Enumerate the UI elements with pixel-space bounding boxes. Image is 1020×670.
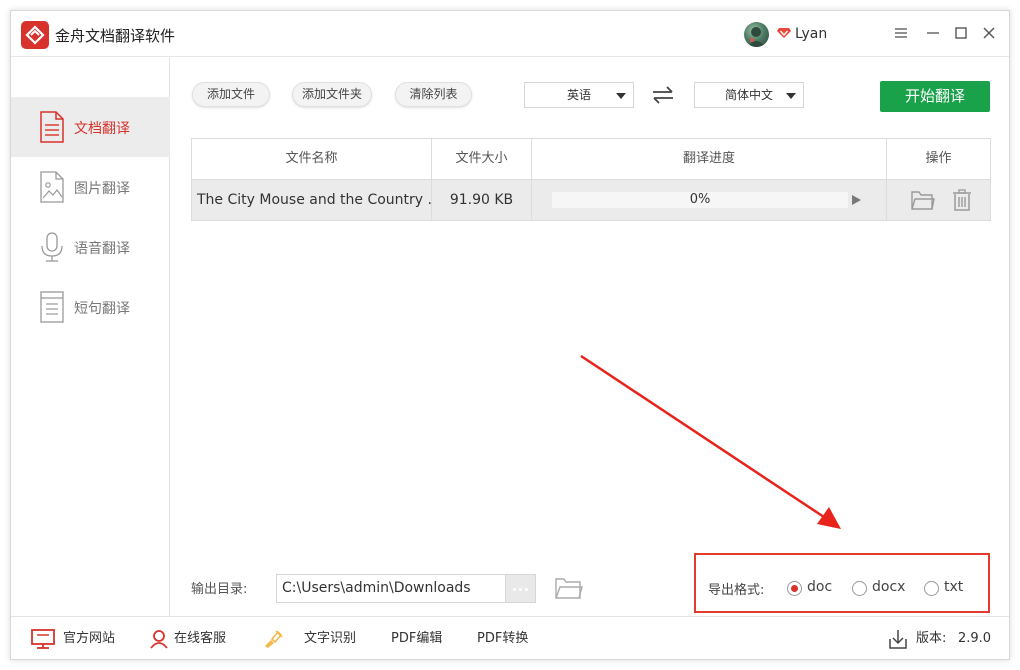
file-name-cell: The City Mouse and the Country ... xyxy=(192,180,432,220)
app-title: 金舟文档翻译软件 xyxy=(55,27,176,45)
vip-diamond-icon xyxy=(777,28,791,38)
progress-text: 0% xyxy=(689,192,711,207)
version-value: 2.9.0 xyxy=(958,631,992,646)
close-icon[interactable] xyxy=(979,23,999,43)
source-language-value: 英语 xyxy=(566,88,591,102)
ops-cell xyxy=(887,180,990,220)
radio-txt[interactable] xyxy=(924,581,939,596)
target-language-value: 简体中文 xyxy=(724,88,773,102)
pdf-convert-link[interactable]: PDF转换 xyxy=(477,617,528,660)
file-size-cell: 91.90 KB xyxy=(432,180,532,220)
radio-docx-label[interactable]: docx xyxy=(872,579,905,595)
dot-icon xyxy=(525,588,528,591)
sidebar-item-label: 文档翻译 xyxy=(74,121,130,137)
pdf-edit-link[interactable]: PDF编辑 xyxy=(391,617,442,660)
sidebar-item-image-translate[interactable]: 图片翻译 xyxy=(11,157,170,217)
chevron-down-icon xyxy=(786,93,796,99)
trash-icon[interactable] xyxy=(951,189,973,211)
sidebar-item-label: 短句翻译 xyxy=(74,301,130,317)
radio-txt-label[interactable]: txt xyxy=(944,579,963,595)
open-folder-icon[interactable] xyxy=(911,189,935,211)
sentence-icon xyxy=(40,291,64,323)
target-language-select[interactable]: 简体中文 xyxy=(694,82,804,108)
app-logo-icon xyxy=(21,21,49,49)
radio-docx[interactable] xyxy=(852,581,867,596)
start-translate-button[interactable]: 开始翻译 xyxy=(880,81,990,112)
export-format-group: 导出格式: doc docx txt xyxy=(694,553,990,613)
ocr-link[interactable]: 文字识别 xyxy=(304,617,356,660)
version-label: 版本: xyxy=(916,631,947,646)
menu-icon[interactable] xyxy=(891,23,911,43)
table-row[interactable]: The City Mouse and the Country ... 91.90… xyxy=(192,180,990,220)
dot-icon xyxy=(519,588,522,591)
swap-arrows-icon[interactable] xyxy=(651,85,675,105)
add-folder-button[interactable]: 添加文件夹 xyxy=(292,82,372,107)
sidebar-item-label: 语音翻译 xyxy=(74,241,130,257)
open-output-folder-icon[interactable] xyxy=(555,576,583,600)
microphone-icon xyxy=(41,232,63,262)
image-icon xyxy=(40,171,64,203)
clear-list-button[interactable]: 清除列表 xyxy=(395,82,472,107)
download-icon[interactable] xyxy=(889,629,907,649)
add-file-button[interactable]: 添加文件 xyxy=(192,82,270,107)
sidebar-item-label: 图片翻译 xyxy=(74,181,130,197)
maximize-icon[interactable] xyxy=(951,23,971,43)
column-header-progress: 翻译进度 xyxy=(532,139,887,180)
output-dir-label: 输出目录: xyxy=(191,582,248,597)
title-bar: 金舟文档翻译软件 Lyan xyxy=(11,11,1009,57)
table-header: 文件名称 文件大小 翻译进度 操作 xyxy=(192,139,990,180)
monitor-icon xyxy=(31,629,55,649)
browse-button[interactable] xyxy=(506,574,536,603)
column-header-size: 文件大小 xyxy=(432,139,532,180)
sidebar-item-document-translate[interactable]: 文档翻译 xyxy=(11,97,170,157)
radio-doc[interactable] xyxy=(787,581,802,596)
username[interactable]: Lyan xyxy=(795,26,827,42)
sidebar: 文档翻译 图片翻译 语音翻译 短句翻译 xyxy=(11,58,170,616)
output-dir-input[interactable]: C:\Users\admin\Downloads xyxy=(276,574,506,603)
column-header-ops: 操作 xyxy=(925,151,952,166)
chevron-down-icon xyxy=(616,93,626,99)
customer-service-icon xyxy=(150,630,168,649)
progress-bar: 0% xyxy=(552,192,848,208)
online-service-link[interactable]: 在线客服 xyxy=(174,617,226,660)
brush-icon xyxy=(265,630,283,648)
radio-doc-label[interactable]: doc xyxy=(807,579,832,595)
source-language-select[interactable]: 英语 xyxy=(524,82,634,108)
sidebar-item-sentence-translate[interactable]: 短句翻译 xyxy=(11,277,170,337)
file-table: 文件名称 文件大小 翻译进度 操作 The City Mouse and the… xyxy=(191,138,991,221)
dot-icon xyxy=(513,588,516,591)
document-icon xyxy=(40,111,64,143)
annotation-arrow-icon xyxy=(580,354,841,529)
user-avatar[interactable] xyxy=(744,22,769,47)
app-window: 金舟文档翻译软件 Lyan 文档翻译 图片翻译 语音翻译 短句翻译 添加文件 添… xyxy=(10,10,1010,660)
sidebar-item-voice-translate[interactable]: 语音翻译 xyxy=(11,217,170,277)
progress-cell: 0% xyxy=(532,180,887,220)
play-icon[interactable] xyxy=(850,194,862,206)
footer-bar: 官方网站 在线客服 文字识别 PDF编辑 PDF转换 版本: 2.9.0 xyxy=(11,616,1009,659)
column-header-name: 文件名称 xyxy=(192,139,432,180)
export-format-label: 导出格式: xyxy=(708,583,765,598)
official-website-link[interactable]: 官方网站 xyxy=(63,617,115,660)
minimize-icon[interactable] xyxy=(923,23,943,43)
